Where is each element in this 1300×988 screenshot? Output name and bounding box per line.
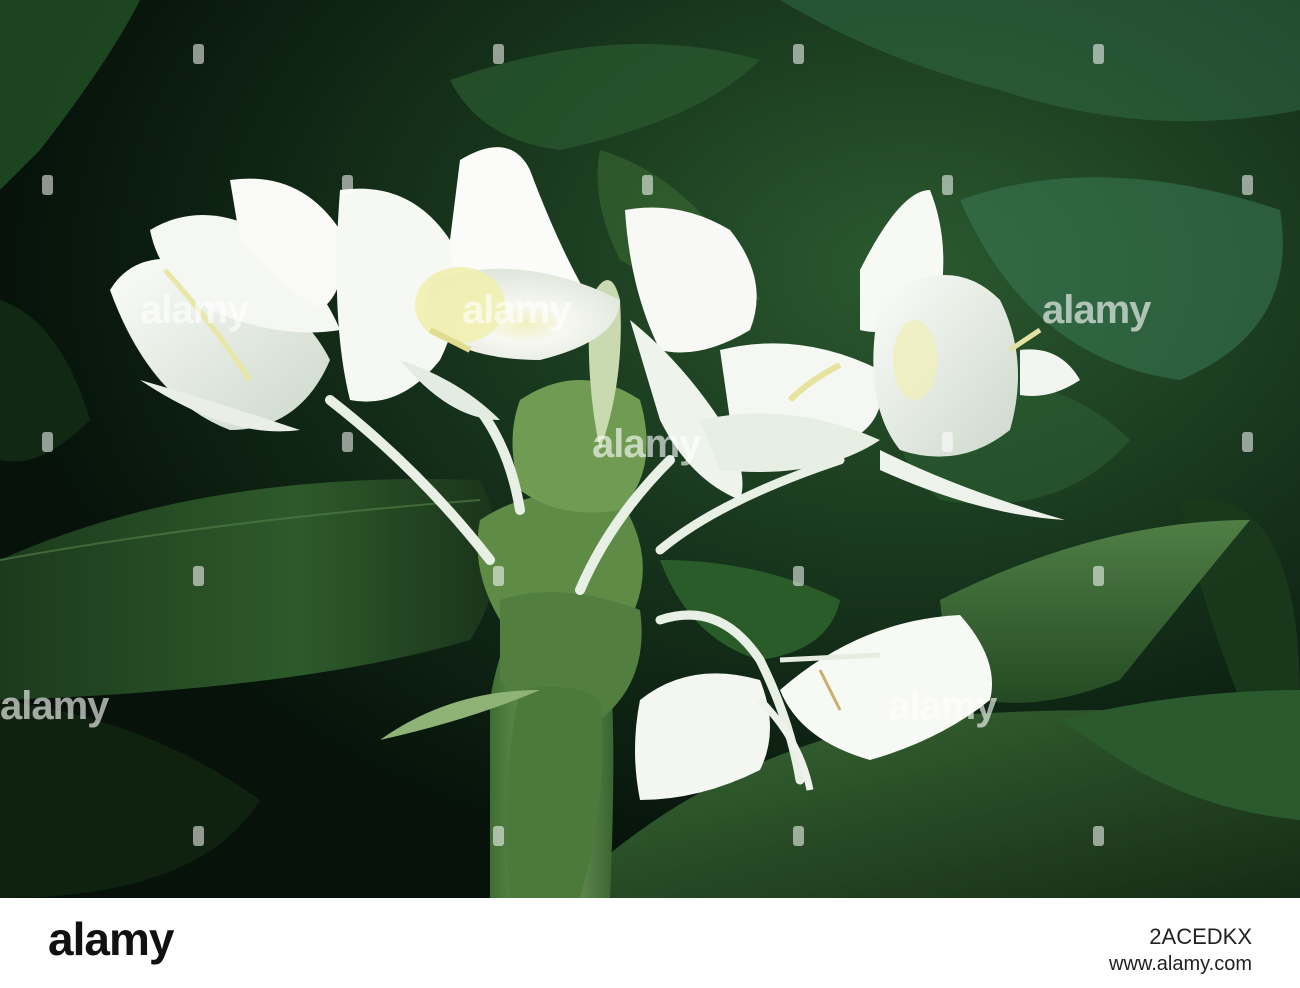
footer-bar: alamy 2ACEDKX www.alamy.com [0, 898, 1300, 988]
flower-photo [0, 0, 1300, 898]
image-id: 2ACEDKX [1149, 924, 1252, 949]
image-stage: alamy alamy alamy alamy alamy alamy alam… [0, 0, 1300, 988]
site-url: www.alamy.com [1109, 953, 1252, 975]
footer-logo: alamy [48, 913, 174, 965]
